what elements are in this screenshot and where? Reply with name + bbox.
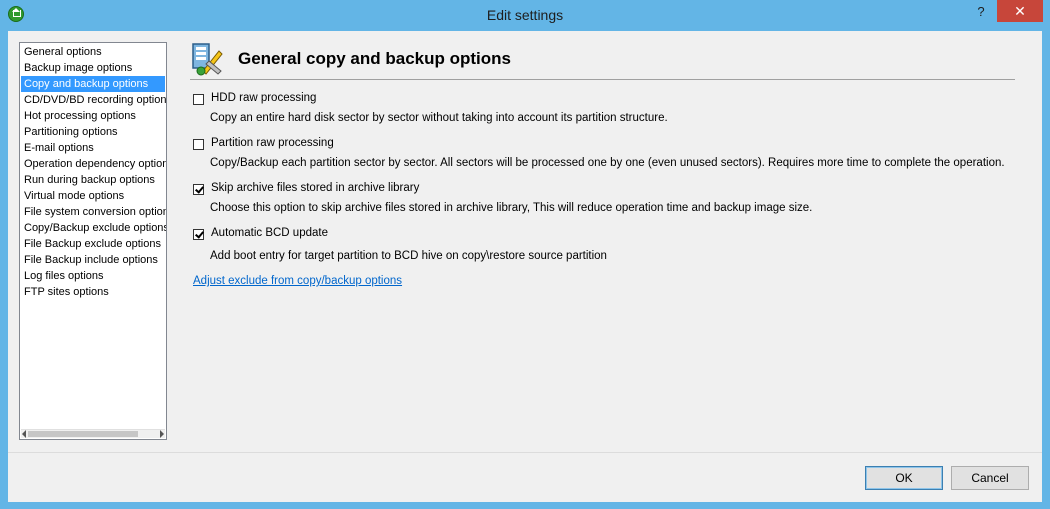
help-button[interactable]: ? bbox=[970, 3, 992, 21]
skip-archive-files-checkbox[interactable] bbox=[193, 184, 204, 195]
sidebar-item-log-files-options[interactable]: Log files options bbox=[21, 268, 165, 284]
sidebar-item-file-system-conversion-options[interactable]: File system conversion options bbox=[21, 204, 166, 220]
skip-archive-files-description: Choose this option to skip archive files… bbox=[210, 202, 813, 214]
automatic-bcd-update-label[interactable]: Automatic BCD update bbox=[211, 227, 328, 239]
automatic-bcd-update-checkbox[interactable] bbox=[193, 229, 204, 240]
page-title: General copy and backup options bbox=[238, 49, 511, 68]
sidebar-items: General options Backup image options Cop… bbox=[21, 44, 166, 300]
scroll-left-arrow-icon[interactable] bbox=[22, 430, 26, 438]
sidebar-item-general-options[interactable]: General options bbox=[21, 44, 165, 60]
close-button[interactable]: ✕ bbox=[997, 0, 1043, 22]
scrollbar-thumb[interactable] bbox=[28, 431, 138, 437]
settings-category-list[interactable]: General options Backup image options Cop… bbox=[19, 42, 167, 440]
settings-tools-icon bbox=[192, 43, 223, 76]
hdd-raw-processing-label[interactable]: HDD raw processing bbox=[211, 92, 316, 104]
sidebar-item-file-backup-include-options[interactable]: File Backup include options bbox=[21, 252, 165, 268]
edit-settings-window: Edit settings ? ✕ General options Backup… bbox=[0, 0, 1050, 509]
partition-raw-processing-description: Copy/Backup each partition sector by sec… bbox=[210, 157, 1005, 169]
window-title: Edit settings bbox=[486, 7, 564, 23]
sidebar-item-run-during-backup-options[interactable]: Run during backup options bbox=[21, 172, 165, 188]
cancel-button[interactable]: Cancel bbox=[951, 466, 1029, 490]
hdd-raw-processing-description: Copy an entire hard disk sector by secto… bbox=[210, 112, 668, 124]
partition-raw-processing-label[interactable]: Partition raw processing bbox=[211, 137, 334, 149]
dialog-footer: OK Cancel bbox=[8, 452, 1042, 502]
sidebar-item-file-backup-exclude-options[interactable]: File Backup exclude options bbox=[21, 236, 165, 252]
sidebar-item-copy-and-backup-options[interactable]: Copy and backup options bbox=[21, 76, 165, 92]
ok-button[interactable]: OK bbox=[865, 466, 943, 490]
sidebar-item-hot-processing-options[interactable]: Hot processing options bbox=[21, 108, 165, 124]
dialog-client-area: General options Backup image options Cop… bbox=[8, 31, 1042, 502]
sidebar-horizontal-scrollbar[interactable] bbox=[21, 429, 165, 438]
partition-raw-processing-checkbox[interactable] bbox=[193, 139, 204, 150]
title-bar[interactable]: Edit settings ? ✕ bbox=[0, 0, 1050, 31]
sidebar-item-ftp-sites-options[interactable]: FTP sites options bbox=[21, 284, 165, 300]
sidebar-item-partitioning-options[interactable]: Partitioning options bbox=[21, 124, 165, 140]
sidebar-item-email-options[interactable]: E-mail options bbox=[21, 140, 165, 156]
header-divider bbox=[190, 79, 1015, 80]
hdd-raw-processing-checkbox[interactable] bbox=[193, 94, 204, 105]
automatic-bcd-update-description: Add boot entry for target partition to B… bbox=[210, 250, 607, 262]
sidebar-item-recording-options[interactable]: CD/DVD/BD recording options bbox=[21, 92, 166, 108]
sidebar-item-backup-image-options[interactable]: Backup image options bbox=[21, 60, 165, 76]
scroll-right-arrow-icon[interactable] bbox=[160, 430, 164, 438]
skip-archive-files-label[interactable]: Skip archive files stored in archive lib… bbox=[211, 182, 419, 194]
sidebar-item-virtual-mode-options[interactable]: Virtual mode options bbox=[21, 188, 165, 204]
sidebar-item-operation-dependency-options[interactable]: Operation dependency options bbox=[21, 156, 166, 172]
sidebar-item-copy-backup-exclude-options[interactable]: Copy/Backup exclude options bbox=[21, 220, 166, 236]
settings-panel: General copy and backup options HDD raw … bbox=[184, 31, 1034, 451]
adjust-exclude-link[interactable]: Adjust exclude from copy/backup options bbox=[193, 275, 402, 287]
